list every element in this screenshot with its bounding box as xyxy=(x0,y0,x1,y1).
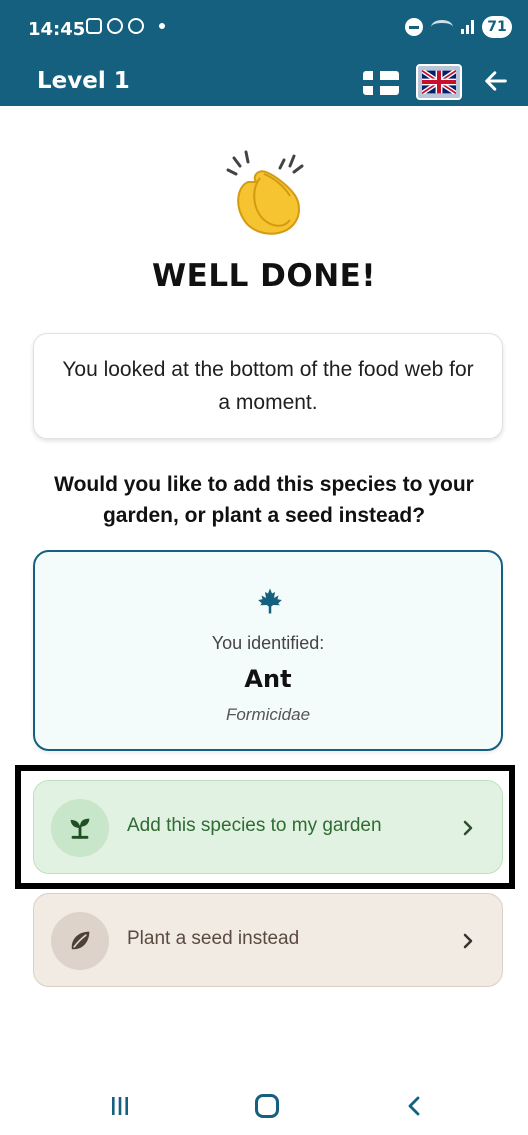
system-nav-bar xyxy=(0,1070,528,1135)
app-bar: Level 1 xyxy=(0,58,528,106)
identification-card: You identified: Ant Formicidae xyxy=(33,550,503,751)
plant-seed-button[interactable]: Plant a seed instead xyxy=(33,893,503,987)
signal-icon xyxy=(461,20,474,34)
seed-icon-circle xyxy=(51,912,109,970)
screenshot-icon xyxy=(86,18,102,34)
question-text: Would you like to add this species to yo… xyxy=(54,473,474,527)
status-time: 14:45 xyxy=(28,19,86,40)
notification-dot xyxy=(159,23,165,29)
status-icons-left xyxy=(86,18,165,34)
status-icons-right: 71 xyxy=(405,16,512,38)
message-text: You looked at the bottom of the food web… xyxy=(62,358,474,414)
recent-apps-icon[interactable] xyxy=(110,1096,130,1116)
whatsapp-icon xyxy=(107,18,123,34)
species-name: Ant xyxy=(244,665,292,693)
finnish-flag-icon[interactable] xyxy=(363,71,399,95)
headline: WELL DONE! xyxy=(151,258,376,294)
back-arrow-icon[interactable] xyxy=(482,67,510,95)
battery-icon: 71 xyxy=(482,16,512,38)
maple-leaf-icon xyxy=(258,588,282,614)
page-title: Level 1 xyxy=(37,68,130,94)
sprout-icon-circle xyxy=(51,799,109,857)
seed-icon xyxy=(71,931,90,950)
plant-seed-label: Plant a seed instead xyxy=(127,928,300,949)
status-bar: 14:45 71 xyxy=(0,0,528,58)
scientific-name: Formicidae xyxy=(225,705,311,724)
chevron-right-icon xyxy=(463,820,473,836)
home-icon[interactable] xyxy=(255,1094,279,1118)
dnd-icon xyxy=(405,18,423,36)
identified-label: You identified: xyxy=(211,633,325,653)
message-card: You looked at the bottom of the food web… xyxy=(33,333,503,439)
add-species-button[interactable]: Add this species to my garden xyxy=(33,780,503,874)
uk-flag-graphic xyxy=(422,70,456,94)
wifi-icon xyxy=(431,20,453,34)
clapping-hands-icon xyxy=(226,150,304,235)
chevron-right-icon xyxy=(463,933,473,949)
sprout-icon xyxy=(70,818,90,839)
uk-flag-icon[interactable] xyxy=(416,64,462,100)
add-species-label: Add this species to my garden xyxy=(127,815,382,836)
back-icon[interactable] xyxy=(406,1095,422,1117)
alarm-icon xyxy=(128,18,144,34)
